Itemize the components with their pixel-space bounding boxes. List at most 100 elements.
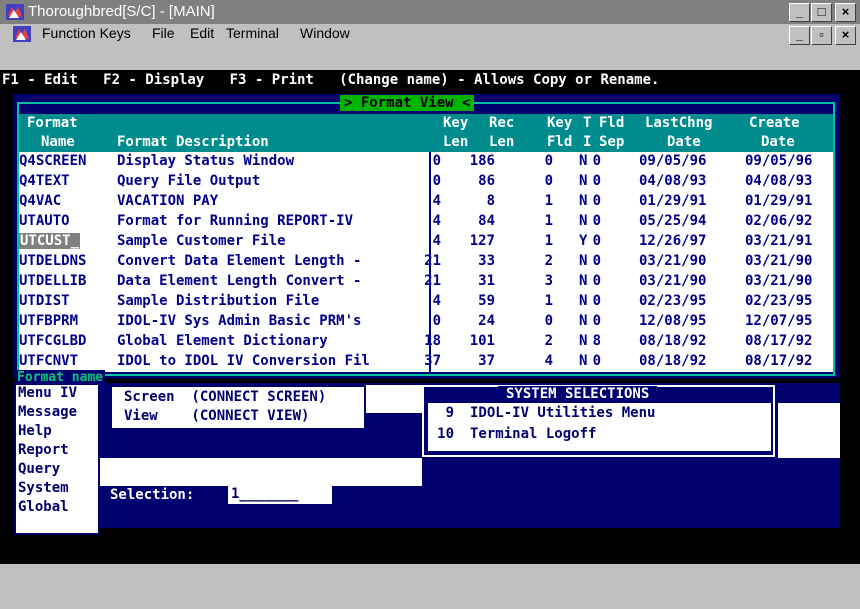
cell-desc: Sample Customer File <box>117 233 286 249</box>
minimize-button[interactable]: _ <box>789 3 810 22</box>
cell-keylen: 21 <box>424 253 441 269</box>
side-menu-item-menu-iv[interactable]: Menu IV <box>18 385 77 401</box>
window-title: Thoroughbred[S/C] - [MAIN] <box>28 3 215 20</box>
side-menu-item-message[interactable]: Message <box>18 404 77 420</box>
cell-keyfld: 2 <box>544 333 553 349</box>
cell-ti: N <box>579 213 588 229</box>
cell-name: UTDELLIB <box>19 273 87 289</box>
cell-create: 04/08/93 <box>745 173 813 189</box>
menu-terminal[interactable]: Terminal <box>226 25 279 41</box>
white-block <box>778 403 840 458</box>
cell-keylen: 37 <box>424 353 441 369</box>
cell-keylen: 4 <box>432 213 441 229</box>
cell-create: 01/29/91 <box>745 193 813 209</box>
cell-lastchng: 02/23/95 <box>639 293 707 309</box>
cell-desc: Format for Running REPORT-IV <box>117 213 354 229</box>
table-row[interactable]: Q4VAC VACATION PAY 4 8 1 N 0 01/29/91 01/29/91 <box>19 192 833 212</box>
col-ti-h2: I <box>583 134 592 150</box>
table-row[interactable]: UTDIST Sample Distribution File 4 59 1 N 0 02/2… <box>19 292 833 312</box>
col-sep-h1: Fld <box>599 115 625 131</box>
cell-lastchng: 04/08/93 <box>639 173 707 189</box>
cell-lastchng: 08/18/92 <box>639 333 707 349</box>
col-desc-h2: Format Description <box>117 134 269 150</box>
system-selections-title: SYSTEM SELECTIONS <box>498 386 658 402</box>
cell-keyfld: 1 <box>544 293 553 309</box>
table-row[interactable]: UTCUST_ Sample Customer File 4 127 1 Y 0 12/26/… <box>19 232 833 252</box>
cell-keylen: 0 <box>432 173 441 189</box>
side-menu-item-system[interactable]: System <box>18 480 69 496</box>
cell-name: Q4SCREEN <box>19 153 87 169</box>
table-header: Format Key Rec Key T Fld LastChng Create… <box>19 114 833 152</box>
cell-keyfld: 1 <box>544 193 553 209</box>
cell-keylen: 4 <box>432 193 441 209</box>
cell-desc: Convert Data Element Length - <box>117 253 362 269</box>
menu-row: Function Keys File Edit Terminal Window … <box>0 25 860 69</box>
table-row[interactable]: UTDELLIB Data Element Length Convert - 21 3… <box>19 272 833 292</box>
table-row[interactable]: UTFCGLBD Global Element Dictionary 18 101 2 N… <box>19 332 833 352</box>
table-row[interactable]: UTDELDNS Convert Data Element Length - 21 3… <box>19 252 833 272</box>
connect-view-option[interactable]: View (CONNECT VIEW) <box>124 408 309 424</box>
cell-ti: N <box>579 153 588 169</box>
function-keys-line: F1 - Edit F2 - Display F3 - Print (Chang… <box>2 72 660 88</box>
connect-screen-option[interactable]: Screen (CONNECT SCREEN) <box>124 389 326 405</box>
cell-ti: N <box>579 273 588 289</box>
cell-reclen: 84 <box>478 213 495 229</box>
cell-sep: 0 <box>592 153 601 169</box>
cell-ti: N <box>579 293 588 309</box>
white-block <box>100 458 422 486</box>
cell-name: UTFBPRM <box>19 313 79 329</box>
cell-keyfld: 4 <box>544 353 553 369</box>
side-menu-item-query[interactable]: Query <box>18 461 60 477</box>
menu-window[interactable]: Window <box>300 25 350 41</box>
table-row[interactable]: UTFCNVT IDOL to IDOL IV Conversion Fil 37 3… <box>19 352 833 372</box>
cell-keyfld: 1 <box>544 213 553 229</box>
bottom-area <box>0 564 860 609</box>
cell-ti: N <box>579 353 588 369</box>
table-row[interactable]: UTFBPRM IDOL-IV Sys Admin Basic PRM's 0 24 0… <box>19 312 833 332</box>
selection-input[interactable]: 1_______ <box>228 486 332 504</box>
maximize-button[interactable]: □ <box>811 3 832 22</box>
cell-reclen: 33 <box>478 253 495 269</box>
cell-sep: 0 <box>592 313 601 329</box>
sys-item-terminal-logoff[interactable]: Terminal Logoff <box>470 426 596 442</box>
selection-label: Selection: <box>110 487 195 503</box>
format-table: Q4SCREEN Display Status Window 0 186 0 N 0 09/0… <box>19 152 833 372</box>
system-selections-list: 9 IDOL-IV Utilities Menu 10 Terminal Log… <box>428 403 771 451</box>
cell-create: 03/21/90 <box>745 253 813 269</box>
cell-lastchng: 01/29/91 <box>639 193 707 209</box>
table-row[interactable]: Q4TEXT Query File Output 0 86 0 N 0 04/08/93 04/… <box>19 172 833 192</box>
cell-keylen: 21 <box>424 273 441 289</box>
menu-file[interactable]: File <box>152 25 175 41</box>
col-name-h1: Format <box>27 115 78 131</box>
sys-item-num: 10 <box>437 426 454 442</box>
mdi-close-button[interactable]: × <box>835 26 856 45</box>
title-bar: Thoroughbred[S/C] - [MAIN] _ □ × <box>0 0 860 24</box>
cell-ti: N <box>579 173 588 189</box>
cell-create: 03/21/90 <box>745 273 813 289</box>
cell-sep: 0 <box>592 273 601 289</box>
cell-desc: Sample Distribution File <box>117 293 320 309</box>
cell-sep: 0 <box>592 293 601 309</box>
mdi-minimize-button[interactable]: _ <box>789 26 810 45</box>
side-menu-item-global[interactable]: Global <box>18 499 69 515</box>
cell-keylen: 18 <box>424 333 441 349</box>
menu-function-keys[interactable]: Function Keys <box>42 25 131 41</box>
cell-reclen: 127 <box>469 233 495 249</box>
mdi-restore-button[interactable]: ▫ <box>811 26 832 45</box>
cell-reclen: 37 <box>478 353 495 369</box>
sys-item-utilities-menu[interactable]: IDOL-IV Utilities Menu <box>470 405 655 421</box>
cell-sep: 0 <box>592 173 601 189</box>
menu-edit[interactable]: Edit <box>190 25 214 41</box>
table-row[interactable]: UTAUTO Format for Running REPORT-IV 4 84 1 N 0… <box>19 212 833 232</box>
side-menu: Menu IV Message Help Report Query System… <box>14 383 100 535</box>
mdi-doc-icon <box>13 26 31 42</box>
table-row[interactable]: Q4SCREEN Display Status Window 0 186 0 N 0 09/0… <box>19 152 833 172</box>
cell-name: UTDIST <box>19 293 70 309</box>
close-button[interactable]: × <box>835 3 856 22</box>
col-create-h2: Date <box>761 134 795 150</box>
side-menu-item-report[interactable]: Report <box>18 442 69 458</box>
cell-desc: IDOL to IDOL IV Conversion Fil <box>117 353 370 369</box>
cell-reclen: 8 <box>486 193 495 209</box>
side-menu-item-help[interactable]: Help <box>18 423 52 439</box>
col-keylen-h1: Key <box>443 115 469 131</box>
